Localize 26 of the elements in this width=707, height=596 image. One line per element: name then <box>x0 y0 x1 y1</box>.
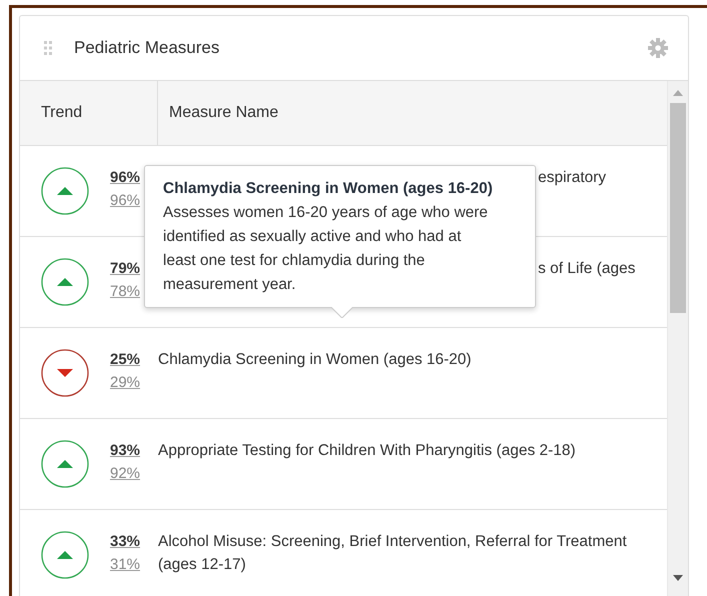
measure-name: s of Life (ages <box>538 259 636 279</box>
previous-rate-link[interactable]: 29% <box>110 371 140 394</box>
scrollbar-thumb[interactable] <box>670 103 686 313</box>
panel-title: Pediatric Measures <box>74 38 221 58</box>
previous-rate-link[interactable]: 92% <box>110 462 140 485</box>
measure-name: espiratory <box>538 168 608 188</box>
previous-rate-link[interactable]: 78% <box>110 280 140 303</box>
scrollbar[interactable] <box>667 81 688 596</box>
previous-rate-link[interactable]: 31% <box>110 553 140 576</box>
column-header[interactable]: Measure Name <box>158 81 278 145</box>
measure-name: Chlamydia Screening in Women (ages 16-20) <box>158 350 472 370</box>
current-rate-link[interactable]: 33% <box>110 530 140 553</box>
current-rate-link[interactable]: 25% <box>110 348 140 371</box>
tooltip-title: Chlamydia Screening in Women (ages 16-20) <box>163 179 494 199</box>
tooltip-text: Assesses women 16-20 years of age who were identified as sexually active and who had at least one test for chlamydia during the measurement year. <box>163 204 488 293</box>
scroll-down-icon[interactable] <box>673 575 683 581</box>
scroll-up-icon[interactable] <box>673 90 683 96</box>
measure-name: Appropriate Testing for Children With Pharyngitis (ages 2-18) <box>158 441 577 461</box>
column-header[interactable]: Trend <box>20 81 158 145</box>
current-rate-link[interactable]: 96% <box>110 166 140 189</box>
drag-handle-icon[interactable] <box>44 41 52 55</box>
measure-name: Alcohol Misuse: Screening, Brief Intervention, Referral for Treatment (ages 12-17) <box>158 532 627 575</box>
current-rate-link[interactable]: 93% <box>110 439 140 462</box>
settings-icon[interactable] <box>648 38 668 58</box>
previous-rate-link[interactable]: 96% <box>110 189 140 212</box>
current-rate-link[interactable]: 79% <box>110 257 140 280</box>
